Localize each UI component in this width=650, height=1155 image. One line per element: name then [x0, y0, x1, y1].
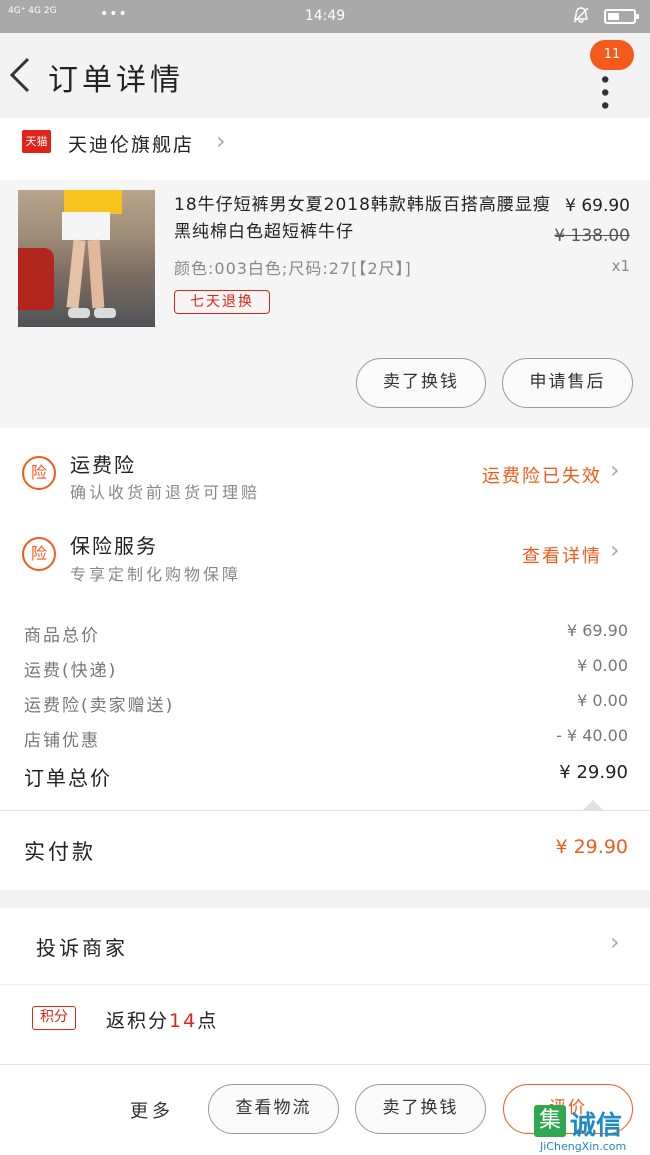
fee-value-shipping-insurance: ¥ 0.00 [577, 691, 628, 710]
status-time: 14:49 [304, 8, 346, 24]
order-total-value: ¥ 29.90 [559, 762, 628, 783]
chevron-right-icon: › [610, 928, 620, 956]
seven-day-return-tag: 七天退换 [174, 290, 270, 314]
after-sale-button[interactable]: 申请售后 [502, 358, 633, 408]
fee-value-shipping: ¥ 0.00 [577, 656, 628, 675]
shipping-insurance-status-link[interactable]: 运费险已失效 [482, 462, 602, 488]
fee-label-shop-discount: 店铺优惠 [24, 731, 100, 751]
view-logistics-button[interactable]: 查看物流 [208, 1084, 339, 1134]
chevron-right-icon: › [610, 536, 620, 564]
navigation-bar: 订单详情 11 ••• [0, 33, 650, 118]
shipping-insurance-title: 运费险 [70, 453, 136, 477]
points-badge: 积分 [32, 1006, 76, 1030]
battery-icon [604, 9, 639, 24]
resell-bottom-button[interactable]: 卖了换钱 [355, 1084, 486, 1134]
insurance-service-title: 保险服务 [70, 534, 158, 558]
pointer-notch [583, 800, 603, 810]
product-quantity: x1 [611, 257, 630, 275]
insurance-details-link[interactable]: 查看详情 [522, 542, 602, 568]
divider [0, 984, 650, 985]
status-bar: 4G⁺ 4G 2G ••• 14:49 [0, 0, 650, 33]
insurance-service-subtitle: 专享定制化购物保障 [70, 565, 242, 584]
paid-amount-value: ¥ 29.90 [555, 836, 628, 858]
product-sku: 颜色:003白色;尺码:27[【2尺】] [174, 259, 412, 278]
paid-amount-label: 实付款 [24, 840, 96, 864]
page-title: 订单详情 [48, 63, 184, 98]
shipping-insurance-subtitle: 确认收货前退货可理赔 [70, 483, 261, 502]
divider [0, 810, 650, 811]
points-prefix: 返积分 [106, 1010, 170, 1032]
back-arrow-icon[interactable] [6, 55, 36, 95]
product-thumbnail[interactable] [18, 190, 155, 327]
insurance-icon: 险 [22, 456, 56, 490]
product-original-price: ¥ 138.00 [554, 226, 630, 246]
shop-name[interactable]: 天迪伦旗舰店 [68, 130, 194, 157]
resell-button[interactable]: 卖了换钱 [356, 358, 486, 408]
chevron-right-icon: › [610, 456, 620, 484]
fee-label-shipping-insurance: 运费险(卖家赠送) [24, 696, 175, 716]
fee-value-shop-discount: - ¥ 40.00 [556, 726, 628, 745]
more-actions-button[interactable]: 更多 [130, 1097, 174, 1123]
watermark-brand: 诚信 [570, 1111, 623, 1141]
points-number: 14 [169, 1010, 198, 1032]
order-total-label: 订单总价 [24, 766, 112, 790]
bell-muted-icon [572, 6, 590, 28]
points-reward-text: 返积分14点 [106, 1006, 218, 1033]
product-title[interactable]: 18牛仔短裤男女夏2018韩款韩版百搭高腰显瘦黑纯棉白色超短裤牛仔 [174, 192, 554, 246]
message-count-badge[interactable]: 11 [590, 40, 634, 70]
fee-label-shipping: 运费(快递) [24, 661, 118, 681]
product-price: ¥ 69.90 [565, 196, 630, 216]
watermark-logo: 集 诚信 JiChengXin.com [534, 1105, 650, 1155]
insurance-icon: 险 [22, 537, 56, 571]
fee-label-goods-total: 商品总价 [24, 626, 100, 646]
fee-value-goods-total: ¥ 69.90 [566, 621, 628, 640]
complain-merchant-link[interactable]: 投诉商家 [36, 932, 128, 961]
points-suffix: 点 [197, 1010, 219, 1032]
watermark-url: JiChengXin.com [540, 1140, 627, 1153]
watermark-mark: 集 [534, 1105, 566, 1137]
tmall-logo: 天猫 [22, 130, 51, 153]
chevron-right-icon: › [216, 127, 226, 155]
more-menu-icon[interactable]: ••• [591, 73, 616, 112]
